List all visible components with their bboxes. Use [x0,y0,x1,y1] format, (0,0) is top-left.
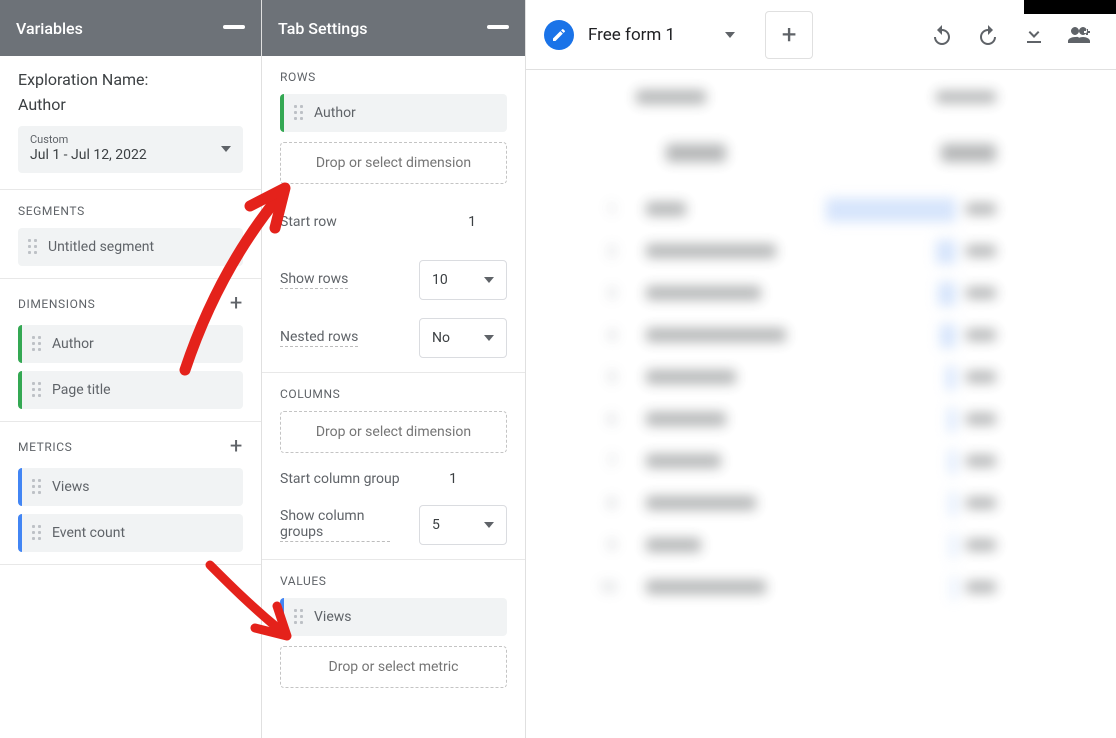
drag-handle-icon [32,382,42,398]
values-dropzone[interactable]: Drop or select metric [280,646,507,688]
metric-chip[interactable]: Event count [18,514,243,552]
tab-settings-title: Tab Settings [278,19,368,38]
add-dimension-button[interactable]: + [230,293,243,315]
values-chip-label: Views [314,609,352,625]
start-col-label: Start column group [280,471,400,487]
metric-chip[interactable]: Views [18,468,243,506]
metric-chip-label: Views [52,479,90,495]
variables-panel-title: Variables [16,19,83,38]
chevron-down-icon [484,522,494,528]
segments-heading: SEGMENTS [18,204,85,218]
exploration-name-value[interactable]: Author [18,95,243,114]
metrics-heading: METRICS [18,440,72,454]
show-col-value: 5 [432,517,440,533]
minimize-icon[interactable] [223,25,245,29]
columns-heading: COLUMNS [280,387,340,401]
values-chip[interactable]: Views [280,598,507,636]
undo-icon [930,23,954,47]
dimensions-heading: DIMENSIONS [18,297,95,311]
dimension-chip-label: Page title [52,382,111,398]
rows-dropzone-label: Drop or select dimension [316,155,471,171]
show-col-label: Show column groups [280,508,390,542]
chevron-down-icon [484,277,494,283]
values-heading: VALUES [280,574,327,588]
minimize-icon[interactable] [487,25,509,29]
show-col-select[interactable]: 5 [419,505,507,545]
pencil-icon [551,27,567,43]
date-range-text: Jul 1 - Jul 12, 2022 [30,147,147,163]
edit-tab-button[interactable] [544,20,574,50]
rows-dropzone[interactable]: Drop or select dimension [280,142,507,184]
chevron-down-icon [221,146,231,152]
drag-handle-icon [32,525,42,541]
window-overlay [1024,0,1116,14]
dimension-chip[interactable]: Page title [18,371,243,409]
undo-button[interactable] [924,17,960,53]
dimension-chip[interactable]: Author [18,325,243,363]
nested-rows-value: No [432,330,450,346]
start-row-value: 1 [468,214,476,230]
rows-chip-label: Author [314,105,356,121]
add-metric-button[interactable]: + [230,436,243,458]
chevron-down-icon[interactable] [725,32,735,38]
add-tab-button[interactable]: + [765,11,813,59]
start-col-value[interactable]: 1 [449,471,457,487]
share-button[interactable] [1062,17,1098,53]
nested-rows-select[interactable]: No [419,318,507,358]
share-person-icon [1068,23,1092,47]
drag-handle-icon [294,105,304,121]
columns-dropzone-label: Drop or select dimension [316,424,471,440]
columns-dropzone[interactable]: Drop or select dimension [280,411,507,453]
show-rows-label: Show rows [280,271,348,289]
start-row-label: Start row [280,214,337,230]
values-dropzone-label: Drop or select metric [329,659,459,675]
rows-heading: ROWS [280,70,316,84]
download-button[interactable] [1016,17,1052,53]
redo-icon [976,23,1000,47]
download-icon [1022,23,1046,47]
chevron-down-icon [484,335,494,341]
drag-handle-icon [28,239,38,255]
exploration-name-label: Exploration Name: [18,70,243,89]
metric-chip-label: Event count [52,525,125,541]
date-range-custom-label: Custom [30,134,147,145]
tab-title[interactable]: Free form 1 [588,25,675,45]
drag-handle-icon [32,479,42,495]
dimension-chip-label: Author [52,336,94,352]
report-preview-blurred: 1 2 3 4 5 6 7 8 9 10 [546,56,1116,738]
date-range-picker[interactable]: Custom Jul 1 - Jul 12, 2022 [18,126,243,173]
segment-chip-label: Untitled segment [48,239,154,255]
rows-chip[interactable]: Author [280,94,507,132]
segment-chip[interactable]: Untitled segment [18,228,243,266]
redo-button[interactable] [970,17,1006,53]
show-rows-select[interactable]: 10 [419,260,507,300]
drag-handle-icon [294,609,304,625]
nested-rows-label: Nested rows [280,329,358,347]
show-rows-value: 10 [432,272,448,288]
drag-handle-icon [32,336,42,352]
start-row-input[interactable]: 1 [437,202,507,242]
